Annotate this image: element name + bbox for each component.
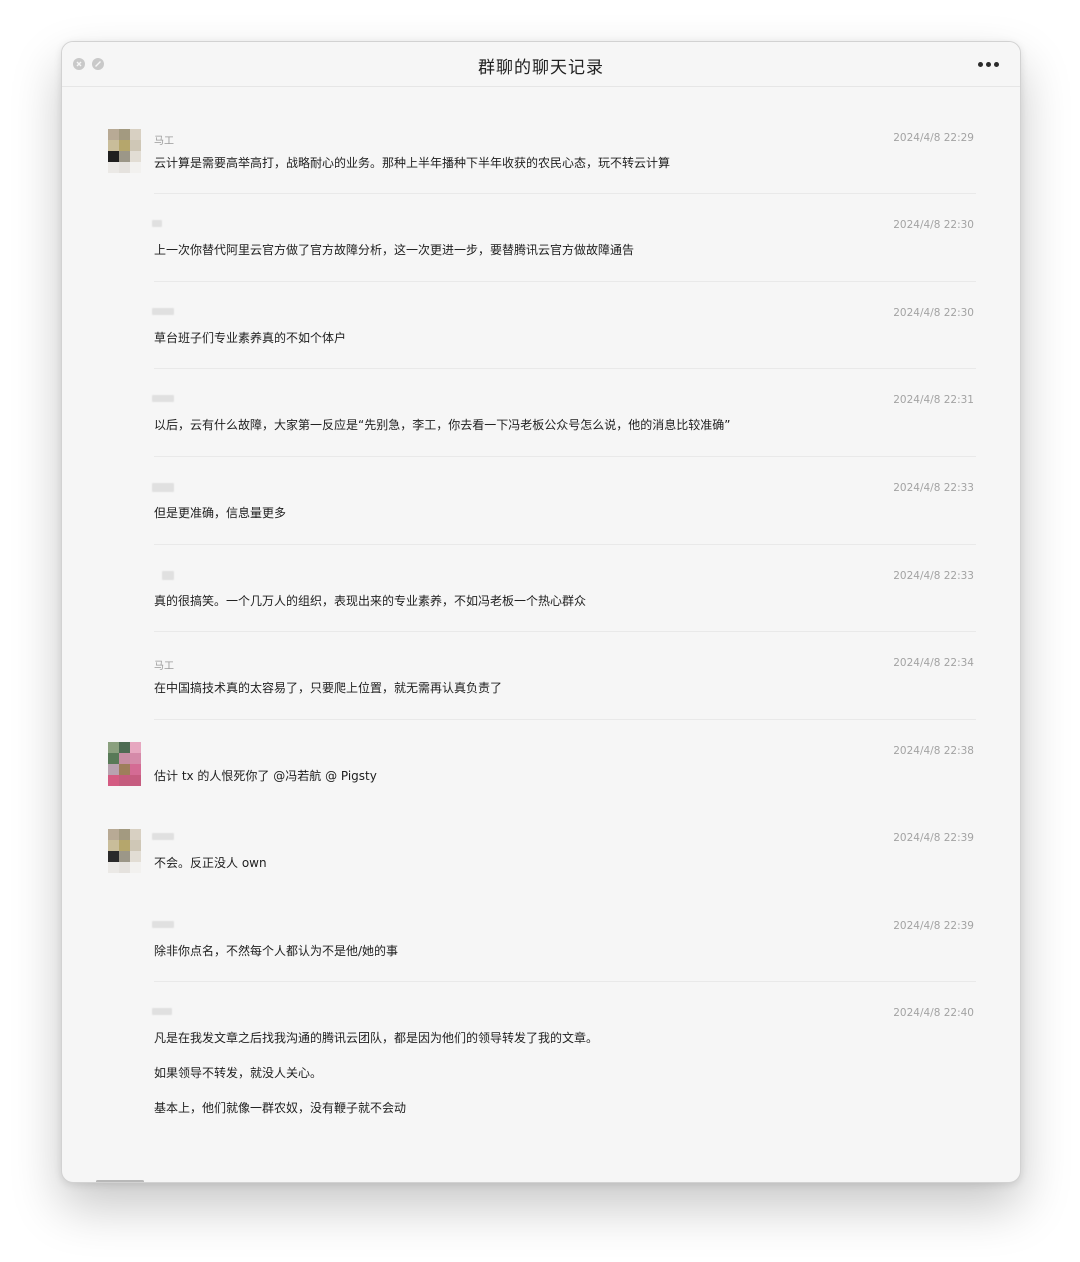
message-divider: [154, 193, 976, 194]
message-text: 凡是在我发文章之后找我沟通的腾讯云团队，都是因为他们的领导转发了我的文章。: [154, 1031, 599, 1045]
message-time: 2024/4/8 22:40: [893, 1007, 974, 1019]
sender-name: 马工: [154, 661, 174, 672]
more-options-icon[interactable]: [978, 62, 1000, 68]
message-item: 2024/4/8 22:39 不会。反正没人 own: [62, 806, 1020, 893]
message-divider: [154, 544, 976, 545]
message-time: 2024/4/8 22:29: [893, 132, 974, 144]
sender-name-blurred: [162, 571, 174, 580]
sender-name: 马工: [154, 136, 174, 147]
message-time: 2024/4/8 22:33: [893, 570, 974, 582]
message-text: 以后，云有什么故障，大家第一反应是“先别急，李工，你去看一下冯老板公众号怎么说，…: [154, 418, 731, 432]
sender-name-blurred: [152, 921, 174, 928]
message-item: 2024/4/8 22:39 除非你点名，不然每个人都认为不是他/她的事: [62, 894, 1020, 981]
message-divider: [154, 981, 976, 982]
message-text: 云计算是需要高举高打，战略耐心的业务。那种上半年播种下半年收获的农民心态，玩不转…: [154, 156, 671, 170]
message-divider: [154, 368, 976, 369]
message-item: 2024/4/8 22:30 上一次你替代阿里云官方做了官方故障分析，这一次更进…: [62, 193, 1020, 280]
message-time: 2024/4/8 22:30: [893, 219, 974, 231]
message-text: 除非你点名，不然每个人都认为不是他/她的事: [154, 944, 399, 958]
avatar: [108, 829, 141, 873]
message-item: 2024/4/8 22:40 凡是在我发文章之后找我沟通的腾讯云团队，都是因为他…: [62, 981, 1020, 1141]
message-text: 上一次你替代阿里云官方做了官方故障分析，这一次更进一步，要替腾讯云官方做故障通告: [154, 243, 635, 257]
message-text: 估计 tx 的人恨死你了 @冯若航 @ Pigsty: [154, 769, 377, 783]
message-time: 2024/4/8 22:31: [893, 394, 974, 406]
message-time: 2024/4/8 22:34: [893, 657, 974, 669]
message-item: 2024/4/8 22:33 真的很搞笑。一个几万人的组织，表现出来的专业素养，…: [62, 544, 1020, 631]
sender-name-blurred: [152, 308, 174, 315]
message-time: 2024/4/8 22:39: [893, 832, 974, 844]
message-time: 2024/4/8 22:33: [893, 482, 974, 494]
sender-name-blurred: [152, 483, 174, 492]
message-divider: [154, 631, 976, 632]
message-text: 如果领导不转发，就没人关心。: [154, 1066, 323, 1080]
message-text: 草台班子们专业素养真的不如个体户: [154, 331, 347, 345]
avatar: [108, 129, 141, 173]
sender-name-blurred: [152, 1008, 172, 1015]
message-item: 2024/4/8 22:31 以后，云有什么故障，大家第一反应是“先别急，李工，…: [62, 368, 1020, 455]
message-item: 马工 2024/4/8 22:34 在中国搞技术真的太容易了，只要爬上位置，就无…: [62, 631, 1020, 718]
message-divider: [154, 719, 976, 720]
title-bar: 群聊的聊天记录: [62, 42, 1020, 87]
message-text: 真的很搞笑。一个几万人的组织，表现出来的专业素养，不如冯老板一个热心群众: [154, 594, 587, 608]
message-text: 基本上，他们就像一群农奴，没有鞭子就不会动: [154, 1101, 407, 1115]
message-time: 2024/4/8 22:39: [893, 920, 974, 932]
sender-name-blurred: [152, 395, 174, 402]
message-item: 马工 2024/4/8 22:29 云计算是需要高举高打，战略耐心的业务。那种上…: [62, 106, 1020, 193]
chat-history-window: 群聊的聊天记录 马工 2024/4/8 22:29 云计算是需要高举高打，战略耐…: [61, 41, 1021, 1183]
message-item: 2024/4/8 22:30 草台班子们专业素养真的不如个体户: [62, 281, 1020, 368]
message-time: 2024/4/8 22:30: [893, 307, 974, 319]
message-divider: [154, 281, 976, 282]
message-text: 但是更准确，信息量更多: [154, 506, 287, 520]
message-item: 2024/4/8 22:38 估计 tx 的人恨死你了 @冯若航 @ Pigst…: [62, 719, 1020, 806]
message-time: 2024/4/8 22:38: [893, 745, 974, 757]
horizontal-scrollbar[interactable]: [96, 1180, 144, 1182]
message-text: 在中国搞技术真的太容易了，只要爬上位置，就无需再认真负责了: [154, 681, 503, 695]
message-text: 不会。反正没人 own: [154, 856, 267, 870]
sender-name-blurred: [152, 833, 174, 840]
message-item: 2024/4/8 22:33 但是更准确，信息量更多: [62, 456, 1020, 543]
message-divider: [154, 456, 976, 457]
window-title: 群聊的聊天记录: [478, 58, 604, 78]
sender-name-blurred: [152, 220, 162, 227]
avatar: [108, 742, 141, 786]
